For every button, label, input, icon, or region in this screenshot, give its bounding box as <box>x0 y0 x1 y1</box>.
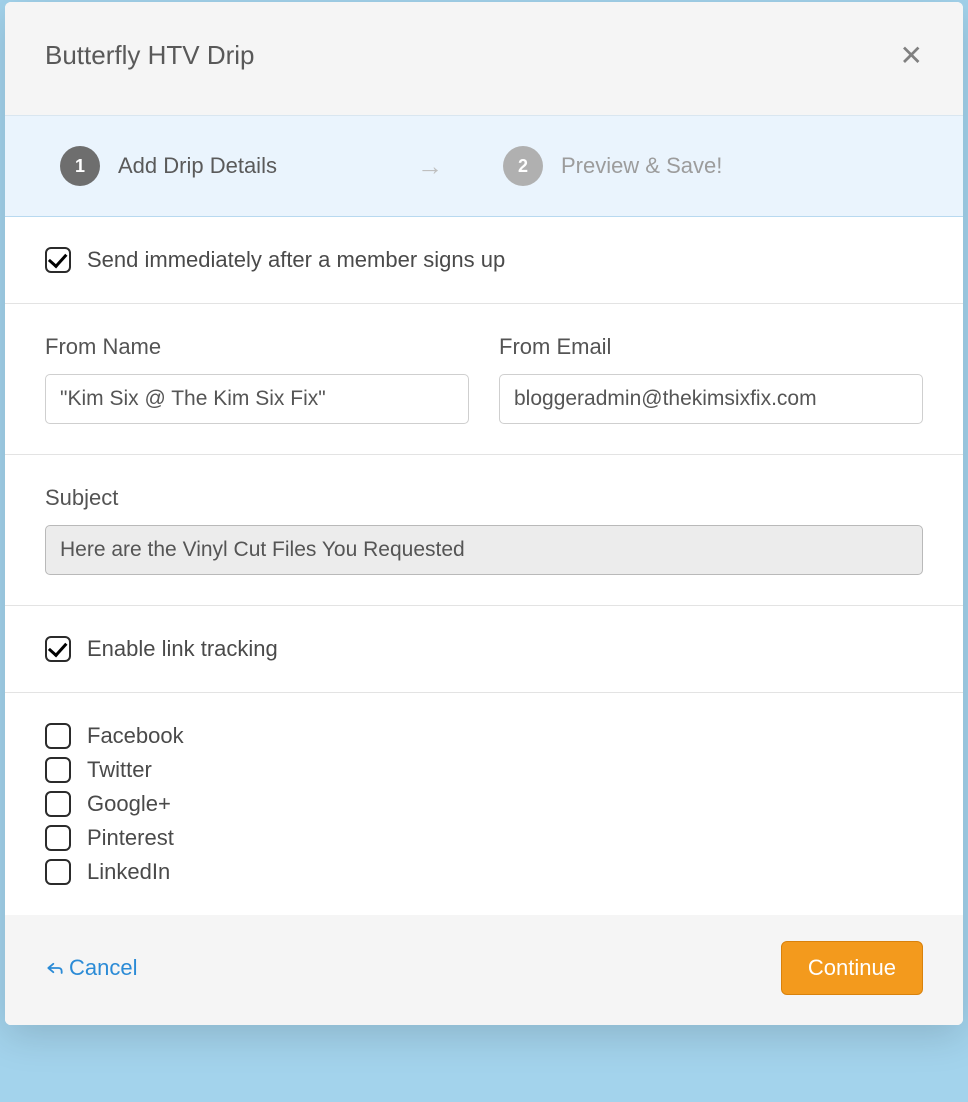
subject-label: Subject <box>45 485 923 511</box>
continue-label: Continue <box>808 955 896 980</box>
send-immediately-label: Send immediately after a member signs up <box>87 247 505 273</box>
share-item-pinterest: Pinterest <box>45 825 923 851</box>
link-tracking-checkbox[interactable] <box>45 636 71 662</box>
drip-modal: Butterfly HTV Drip ✕ 1 Add Drip Details … <box>5 2 963 1025</box>
section-link-tracking: Enable link tracking <box>5 606 963 693</box>
step-2[interactable]: 2 Preview & Save! <box>503 146 722 186</box>
share-item-googleplus: Google+ <box>45 791 923 817</box>
pinterest-label: Pinterest <box>87 825 174 851</box>
cancel-label: Cancel <box>69 955 137 981</box>
section-share: Facebook Twitter Google+ Pinterest Linke… <box>5 693 963 915</box>
step-1-label: Add Drip Details <box>118 153 277 179</box>
modal-header: Butterfly HTV Drip ✕ <box>5 2 963 115</box>
close-button[interactable]: ✕ <box>900 42 923 70</box>
section-send-immediately: Send immediately after a member signs up <box>5 217 963 304</box>
reply-arrow-icon <box>45 958 65 978</box>
send-immediately-checkbox[interactable] <box>45 247 71 273</box>
pinterest-checkbox[interactable] <box>45 825 71 851</box>
continue-button[interactable]: Continue <box>781 941 923 995</box>
linkedin-checkbox[interactable] <box>45 859 71 885</box>
share-item-linkedin: LinkedIn <box>45 859 923 885</box>
googleplus-label: Google+ <box>87 791 171 817</box>
facebook-checkbox[interactable] <box>45 723 71 749</box>
modal-footer: Cancel Continue <box>5 915 963 1025</box>
from-email-input[interactable] <box>499 374 923 424</box>
from-name-input[interactable] <box>45 374 469 424</box>
linkedin-label: LinkedIn <box>87 859 170 885</box>
from-email-label: From Email <box>499 334 923 360</box>
subject-input[interactable] <box>45 525 923 575</box>
modal-title: Butterfly HTV Drip <box>45 40 255 71</box>
section-subject: Subject <box>5 455 963 606</box>
twitter-label: Twitter <box>87 757 152 783</box>
step-1[interactable]: 1 Add Drip Details <box>60 146 277 186</box>
step-2-label: Preview & Save! <box>561 153 722 179</box>
arrow-right-icon: → <box>417 151 443 182</box>
facebook-label: Facebook <box>87 723 184 749</box>
step-2-badge: 2 <box>503 146 543 186</box>
link-tracking-label: Enable link tracking <box>87 636 278 662</box>
share-item-facebook: Facebook <box>45 723 923 749</box>
share-list: Facebook Twitter Google+ Pinterest Linke… <box>45 723 923 885</box>
share-item-twitter: Twitter <box>45 757 923 783</box>
steps-bar: 1 Add Drip Details → 2 Preview & Save! <box>5 115 963 217</box>
googleplus-checkbox[interactable] <box>45 791 71 817</box>
step-1-badge: 1 <box>60 146 100 186</box>
cancel-button[interactable]: Cancel <box>45 955 137 981</box>
from-name-label: From Name <box>45 334 469 360</box>
section-from: From Name From Email <box>5 304 963 455</box>
twitter-checkbox[interactable] <box>45 757 71 783</box>
close-icon: ✕ <box>900 40 923 71</box>
